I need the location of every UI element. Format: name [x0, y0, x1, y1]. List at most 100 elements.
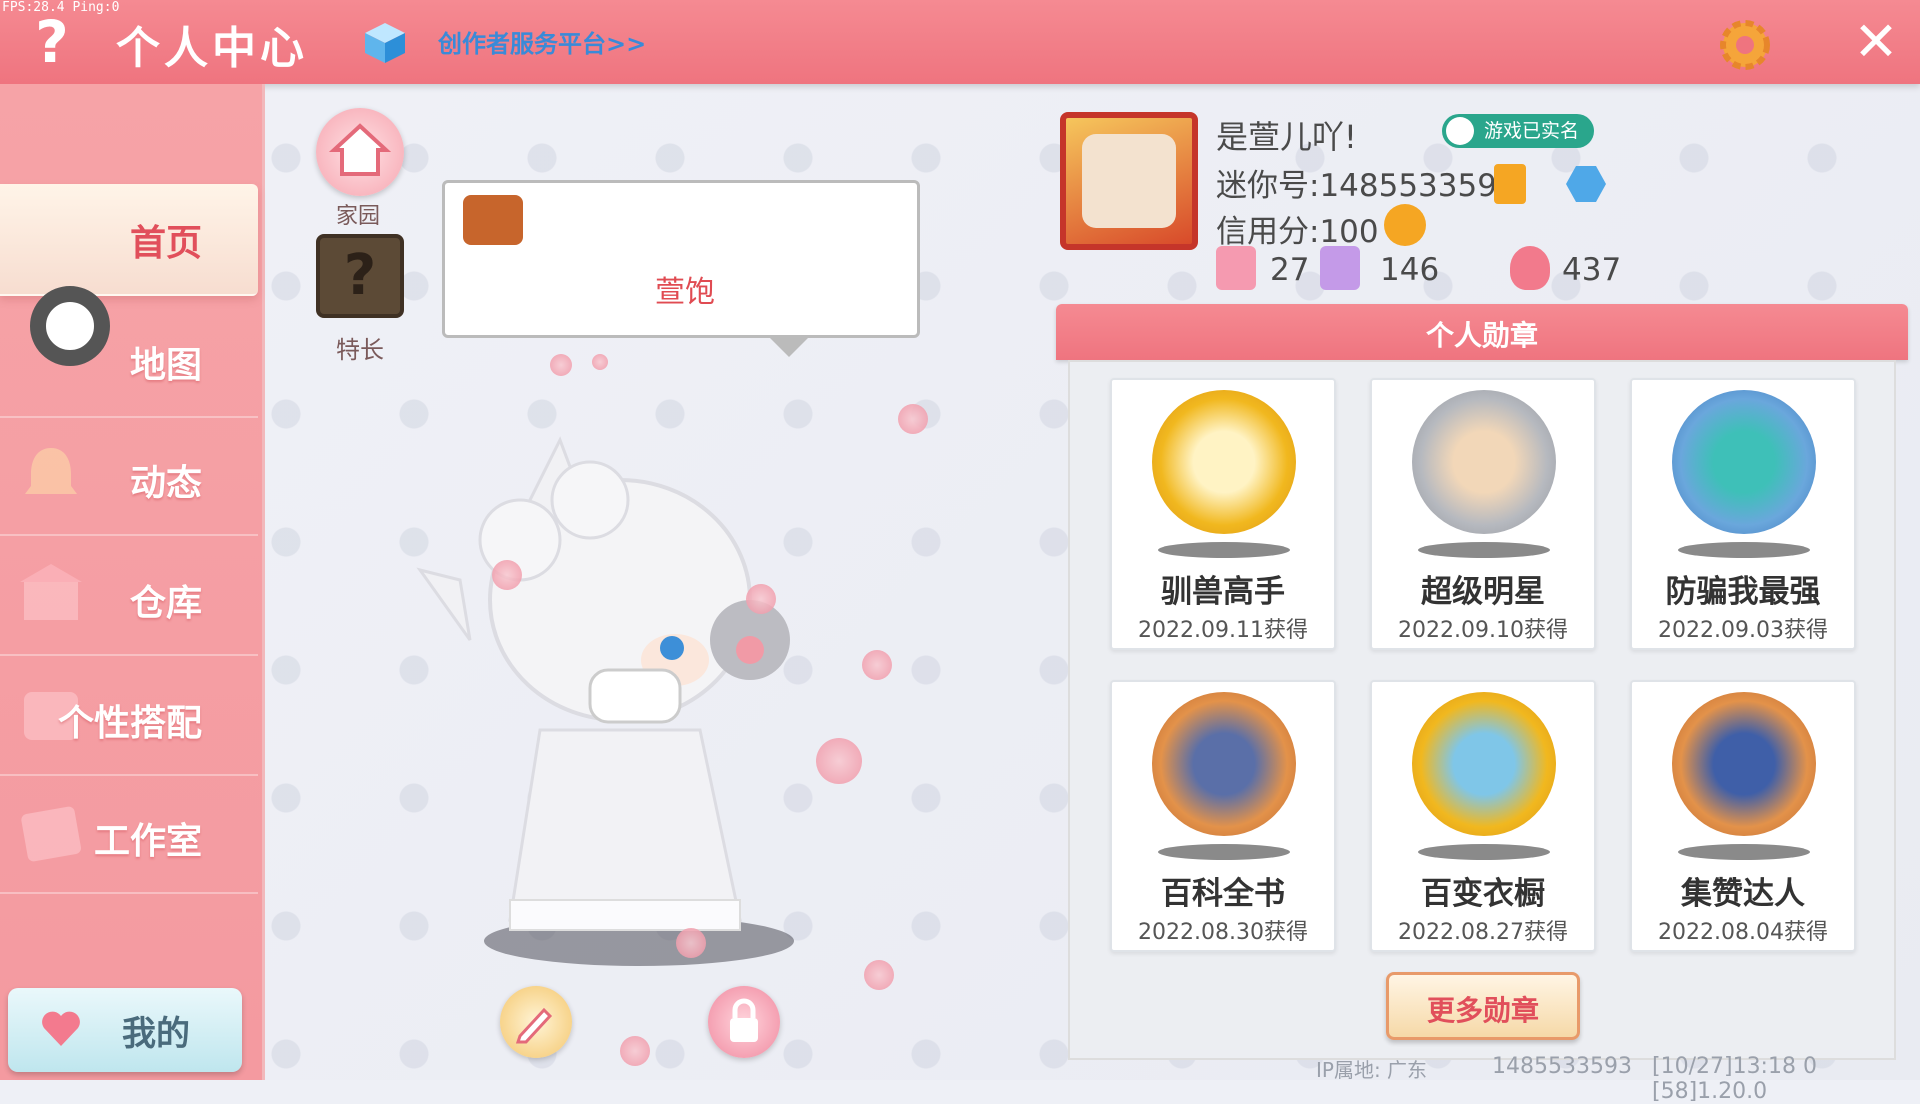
- medal-icon: [1672, 390, 1816, 534]
- avatar[interactable]: [1060, 112, 1198, 250]
- medal-base: [1678, 542, 1810, 558]
- gear-icon[interactable]: [1714, 14, 1776, 76]
- pencil-icon: [515, 1007, 553, 1044]
- medal-header-label: 个人勋章: [1425, 319, 1538, 352]
- medal-base: [1678, 844, 1810, 860]
- top-bar: FPS:28.4 Ping:0 ? 个人中心 创作者服务平台>> ✕: [0, 0, 1920, 84]
- mine-label: 我的: [122, 1014, 190, 1054]
- medal-icon: [1152, 692, 1296, 836]
- petal-decoration: [746, 584, 776, 614]
- petal-decoration: [816, 738, 862, 784]
- sidebar-item-label: 首页: [129, 223, 202, 264]
- sidebar-item-label: 动态: [129, 463, 202, 504]
- bell-icon: [25, 448, 77, 494]
- medal-icon: [1152, 390, 1296, 534]
- sidebar-item-label: 工作室: [93, 821, 202, 862]
- trophy-icon: [1320, 246, 1360, 290]
- touch-cursor: [30, 286, 110, 366]
- skill-label: 特长: [336, 336, 384, 364]
- sidebar-item-home[interactable]: 首页: [0, 184, 258, 296]
- medal-date: 2022.09.03获得: [1658, 618, 1828, 643]
- sidebar-item-label: 仓库: [129, 583, 202, 624]
- medal-card[interactable]: 防骗我最强 2022.09.03获得: [1630, 378, 1856, 650]
- stat-value: 437: [1562, 252, 1622, 288]
- question-mark-icon: ?: [343, 243, 377, 308]
- emoji-icon: [463, 195, 523, 245]
- petal-decoration: [620, 1036, 650, 1066]
- warehouse-icon: [20, 564, 82, 620]
- sidebar-item-outfit[interactable]: 个性搭配: [0, 664, 258, 776]
- realname-badge-label: 游戏已实名: [1484, 120, 1580, 142]
- medal-panel: 驯兽高手 2022.09.11获得 超级明星 2022.09.10获得 防骗我最…: [1068, 360, 1896, 1060]
- more-medals-label: 更多勋章: [1426, 994, 1539, 1027]
- bookmark-plus-icon: [1216, 246, 1256, 290]
- skill-button[interactable]: ?: [316, 234, 404, 318]
- petal-decoration: [898, 404, 928, 434]
- medal-card[interactable]: 驯兽高手 2022.09.11获得: [1110, 378, 1336, 650]
- creator-platform-link[interactable]: 创作者服务平台>>: [438, 24, 646, 59]
- sidebar: 首页 地图 动态 仓库 个性搭配 工作室 我的: [0, 84, 265, 1080]
- medal-card[interactable]: 百变衣橱 2022.08.27获得: [1370, 680, 1596, 952]
- petal-decoration: [550, 354, 572, 376]
- medal-icon: [1412, 390, 1556, 534]
- realname-badge: 游戏已实名: [1442, 114, 1594, 148]
- heart-icon: [42, 1011, 80, 1046]
- medal-date: 2022.08.30获得: [1138, 920, 1308, 945]
- character-avatar: [416, 436, 790, 931]
- home-button[interactable]: [316, 108, 404, 196]
- medal-name: 百科全书: [1161, 876, 1285, 912]
- medal-card[interactable]: 集赞达人 2022.08.04获得: [1630, 680, 1856, 952]
- credit-score: 信用分:100: [1216, 214, 1379, 250]
- medal-name: 百变衣橱: [1421, 876, 1545, 912]
- petal-decoration: [592, 354, 608, 370]
- edit-button[interactable]: [500, 986, 572, 1058]
- medal-base: [1158, 542, 1290, 558]
- page-title: 个人中心: [116, 23, 308, 74]
- medal-date: 2022.09.10获得: [1398, 618, 1568, 643]
- sidebar-item-warehouse[interactable]: 仓库: [0, 544, 258, 656]
- house-icon: [328, 123, 392, 176]
- stat-value: 27: [1270, 252, 1310, 288]
- medal-name: 防骗我最强: [1665, 574, 1821, 610]
- medal-card[interactable]: 百科全书 2022.08.30获得: [1110, 680, 1336, 952]
- medal-date: 2022.08.04获得: [1658, 920, 1828, 945]
- medal-name: 超级明星: [1421, 574, 1545, 610]
- medal-base: [1418, 542, 1550, 558]
- footer-version: [10/27]13:18 0 [58]1.20.0: [1652, 1054, 1817, 1104]
- medal-date: 2022.08.27获得: [1398, 920, 1568, 945]
- sidebar-item-feed[interactable]: 动态: [0, 424, 258, 536]
- question-mark-icon: ?: [35, 8, 69, 76]
- copy-icon[interactable]: [1494, 164, 1526, 204]
- stat-value: 146: [1380, 252, 1440, 288]
- verified-user-icon: [1446, 117, 1474, 145]
- petal-decoration: [864, 960, 894, 990]
- medal-card[interactable]: 超级明星 2022.09.10获得: [1370, 378, 1596, 650]
- more-medals-button[interactable]: 更多勋章: [1386, 972, 1580, 1040]
- avatar-face: [1082, 134, 1176, 228]
- medal-name: 驯兽高手: [1161, 574, 1285, 610]
- sidebar-item-studio[interactable]: 工作室: [0, 782, 258, 894]
- sidebar-item-label: 地图: [129, 345, 202, 386]
- lock-icon: [730, 998, 758, 1042]
- studio-icon: [21, 806, 81, 862]
- medal-header: 个人勋章: [1056, 304, 1908, 360]
- medal-date: 2022.09.11获得: [1138, 618, 1308, 643]
- petal-decoration: [862, 650, 892, 680]
- cube-icon: [365, 23, 405, 63]
- medal-base: [1418, 844, 1550, 860]
- footer-uid: 1485533593: [1492, 1054, 1632, 1079]
- medal-icon: [1672, 692, 1816, 836]
- petal-decoration: [492, 560, 522, 590]
- sidebar-item-label: 个性搭配: [57, 703, 202, 744]
- close-button[interactable]: ✕: [1846, 12, 1906, 72]
- mine-button[interactable]: 我的: [8, 988, 242, 1072]
- help-button[interactable]: ?: [20, 10, 84, 74]
- medal-name: 集赞达人: [1681, 876, 1805, 912]
- medal-base: [1158, 844, 1290, 860]
- flame-icon: [1510, 246, 1550, 290]
- speech-bubble[interactable]: 萱饱: [442, 180, 920, 357]
- friend-icon[interactable]: [1384, 204, 1426, 246]
- petal-decoration: [676, 928, 706, 958]
- lock-button[interactable]: [708, 986, 780, 1058]
- home-label: 家园: [336, 204, 381, 229]
